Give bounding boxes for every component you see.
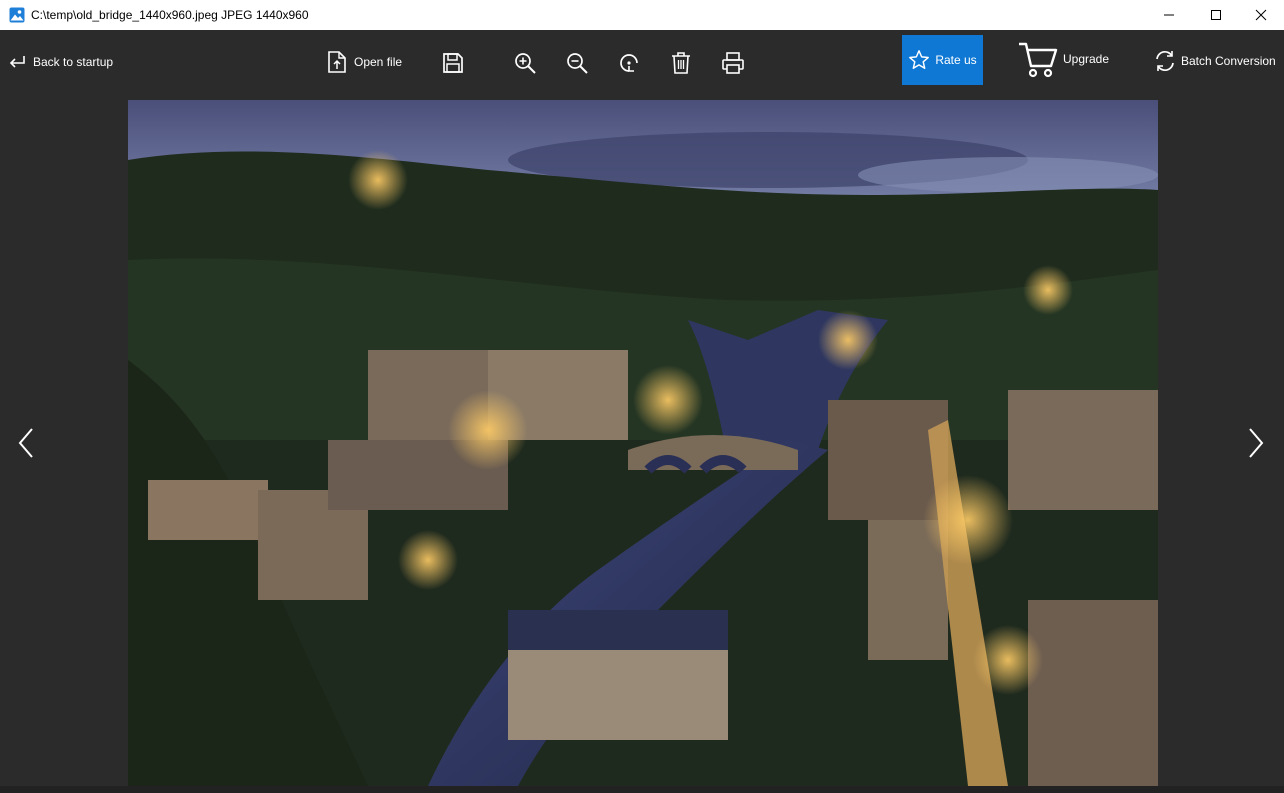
maximize-icon [1211, 10, 1221, 20]
rotate-button[interactable] [617, 51, 641, 75]
open-file-label: Open file [354, 55, 403, 69]
back-arrow-icon [9, 56, 25, 68]
zoom-in-icon [515, 53, 536, 74]
toolbar: Back to startup Open file Rate us Upgrad… [0, 30, 1284, 100]
save-button[interactable] [442, 52, 464, 74]
maximize-button[interactable] [1193, 0, 1239, 30]
batch-conversion-label: Batch Conversion [1181, 54, 1276, 68]
photo-image [128, 100, 1158, 786]
chevron-right-icon[interactable] [1244, 425, 1268, 461]
upgrade-button[interactable]: Upgrade [1017, 40, 1109, 78]
window-title: C:\temp\old_bridge_1440x960.jpeg JPEG 14… [31, 8, 309, 22]
image-icon [9, 7, 25, 23]
minimize-icon [1164, 14, 1174, 16]
save-icon [443, 53, 463, 73]
zoom-out-icon [567, 53, 588, 74]
title-bar: C:\temp\old_bridge_1440x960.jpeg JPEG 14… [0, 0, 1284, 30]
rate-us-label: Rate us [935, 53, 977, 67]
chevron-left-icon[interactable] [14, 425, 38, 461]
refresh-icon [1156, 50, 1174, 72]
zoom-out-button[interactable] [565, 51, 589, 75]
back-to-startup-label: Back to startup [33, 55, 114, 69]
minimize-button[interactable] [1146, 0, 1192, 30]
close-icon [1255, 9, 1267, 21]
rate-us-button[interactable]: Rate us [902, 35, 983, 85]
cart-icon [1019, 42, 1058, 78]
rotate-icon [620, 54, 638, 72]
batch-conversion-button[interactable]: Batch Conversion [1153, 49, 1276, 73]
back-to-startup-button[interactable]: Back to startup [8, 54, 113, 70]
print-button[interactable] [721, 51, 745, 75]
zoom-in-button[interactable] [513, 51, 537, 75]
status-strip [0, 786, 1284, 793]
star-icon [909, 50, 930, 69]
open-file-icon [328, 51, 346, 73]
delete-button[interactable] [670, 51, 692, 75]
print-icon [722, 52, 744, 74]
upgrade-label: Upgrade [1063, 52, 1110, 66]
image-viewer [128, 100, 1158, 786]
trash-icon [672, 52, 690, 74]
close-button[interactable] [1238, 0, 1284, 30]
open-file-button[interactable]: Open file [326, 50, 402, 74]
